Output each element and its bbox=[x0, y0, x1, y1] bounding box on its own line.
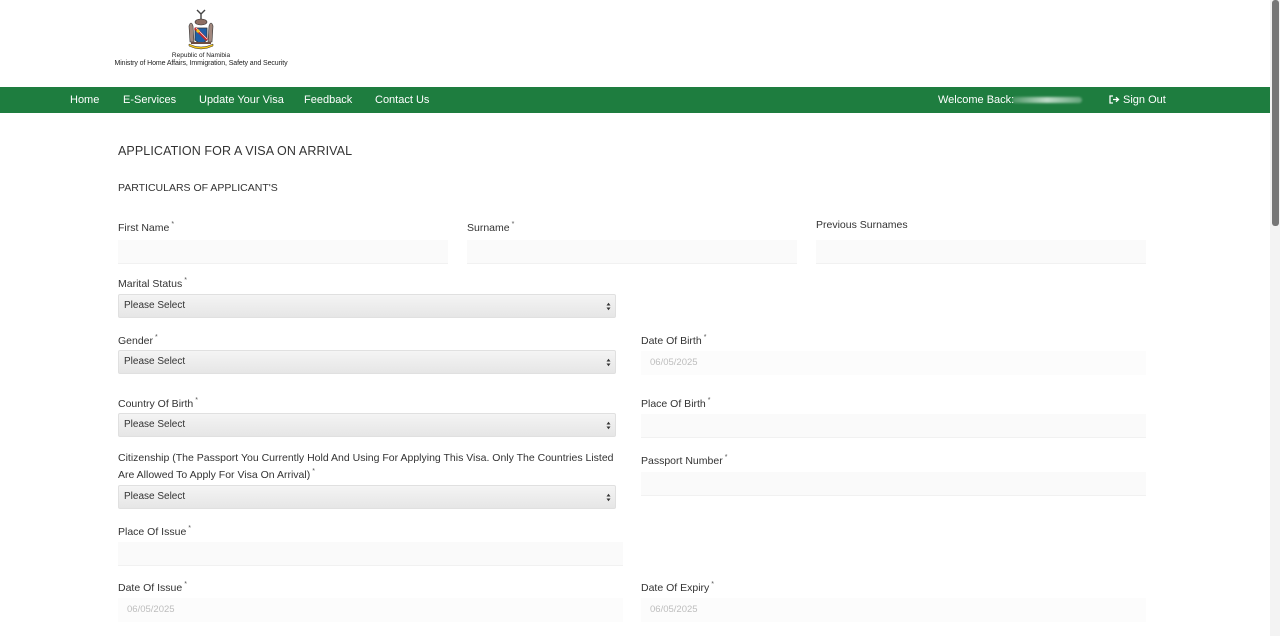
country-of-birth-select[interactable]: Please Select bbox=[118, 413, 616, 437]
first-name-input[interactable] bbox=[118, 240, 448, 264]
required-marker: * bbox=[724, 454, 728, 461]
required-marker: * bbox=[312, 468, 315, 475]
previous-surnames-label: Previous Surnames bbox=[816, 219, 908, 231]
page-scrollbar-thumb[interactable] bbox=[1272, 0, 1279, 226]
main-navbar: Home E-Services Update Your Visa Feedbac… bbox=[0, 87, 1273, 113]
site-header: Republic of Namibia Ministry of Home Aff… bbox=[0, 0, 1270, 87]
gender-label: Gender * bbox=[118, 334, 158, 347]
date-of-birth-label: Date Of Birth * bbox=[641, 334, 707, 347]
required-marker: * bbox=[703, 334, 707, 341]
required-marker: * bbox=[511, 221, 515, 228]
nav-contact-us[interactable]: Contact Us bbox=[375, 87, 429, 113]
passport-number-input[interactable] bbox=[641, 472, 1146, 496]
org-name-line2: Ministry of Home Affairs, Immigration, S… bbox=[114, 60, 288, 67]
required-marker: * bbox=[707, 397, 711, 404]
marital-status-value: Please Select bbox=[124, 300, 186, 311]
place-of-issue-input[interactable] bbox=[118, 542, 623, 566]
nav-feedback[interactable]: Feedback bbox=[304, 87, 352, 113]
select-arrows-icon bbox=[606, 302, 611, 311]
first-name-label: First Name * bbox=[118, 221, 175, 234]
date-of-birth-input[interactable]: 06/05/2025 bbox=[641, 351, 1146, 375]
sign-out-label: Sign Out bbox=[1123, 94, 1166, 106]
nav-update-visa[interactable]: Update Your Visa bbox=[199, 87, 284, 113]
date-of-expiry-label: Date Of Expiry * bbox=[641, 581, 715, 594]
required-marker: * bbox=[195, 397, 199, 404]
surname-input[interactable] bbox=[467, 240, 797, 264]
place-of-birth-input[interactable] bbox=[641, 414, 1146, 438]
surname-label: Surname * bbox=[467, 221, 515, 234]
passport-number-label: Passport Number * bbox=[641, 454, 728, 467]
date-of-expiry-input[interactable]: 06/05/2025 bbox=[641, 598, 1146, 622]
gender-value: Please Select bbox=[124, 356, 186, 367]
country-of-birth-value: Please Select bbox=[124, 419, 186, 430]
date-of-issue-label: Date Of Issue * bbox=[118, 581, 187, 594]
sign-out-icon bbox=[1109, 95, 1120, 104]
select-arrows-icon bbox=[606, 358, 611, 367]
form-title: APPLICATION FOR A VISA ON ARRIVAL bbox=[118, 144, 353, 158]
place-of-birth-label: Place Of Birth * bbox=[641, 397, 711, 410]
marital-status-label: Marital Status * bbox=[118, 277, 187, 290]
required-marker: * bbox=[188, 525, 192, 532]
required-marker: * bbox=[155, 334, 158, 341]
citizenship-label: Citizenship (The Passport You Currently … bbox=[118, 452, 614, 481]
coat-of-arms-icon bbox=[188, 9, 214, 50]
form-subtitle: PARTICULARS OF APPLICANT'S bbox=[118, 182, 278, 194]
citizenship-value: Please Select bbox=[124, 491, 186, 502]
nav-home[interactable]: Home bbox=[70, 87, 99, 113]
nav-e-services[interactable]: E-Services bbox=[123, 87, 176, 113]
marital-status-select[interactable]: Please Select bbox=[118, 294, 616, 318]
user-name-redacted bbox=[1012, 97, 1082, 103]
sign-out-link[interactable]: Sign Out bbox=[1109, 87, 1166, 113]
select-arrows-icon bbox=[606, 421, 611, 430]
select-arrows-icon bbox=[606, 493, 611, 502]
country-of-birth-label: Country Of Birth * bbox=[118, 397, 199, 410]
org-name-line1: Republic of Namibia bbox=[171, 52, 231, 59]
date-of-issue-input[interactable]: 06/05/2025 bbox=[118, 598, 623, 622]
gender-select[interactable]: Please Select bbox=[118, 350, 616, 374]
welcome-text: Welcome Back: bbox=[938, 94, 1015, 106]
ministry-logo[interactable]: Republic of Namibia Ministry of Home Aff… bbox=[100, 6, 302, 68]
required-marker: * bbox=[711, 581, 715, 588]
required-marker: * bbox=[184, 277, 187, 284]
citizenship-select[interactable]: Please Select bbox=[118, 485, 616, 509]
place-of-issue-label: Place Of Issue * bbox=[118, 525, 192, 538]
previous-surnames-input[interactable] bbox=[816, 240, 1146, 264]
required-marker: * bbox=[171, 221, 175, 228]
required-marker: * bbox=[184, 581, 187, 588]
